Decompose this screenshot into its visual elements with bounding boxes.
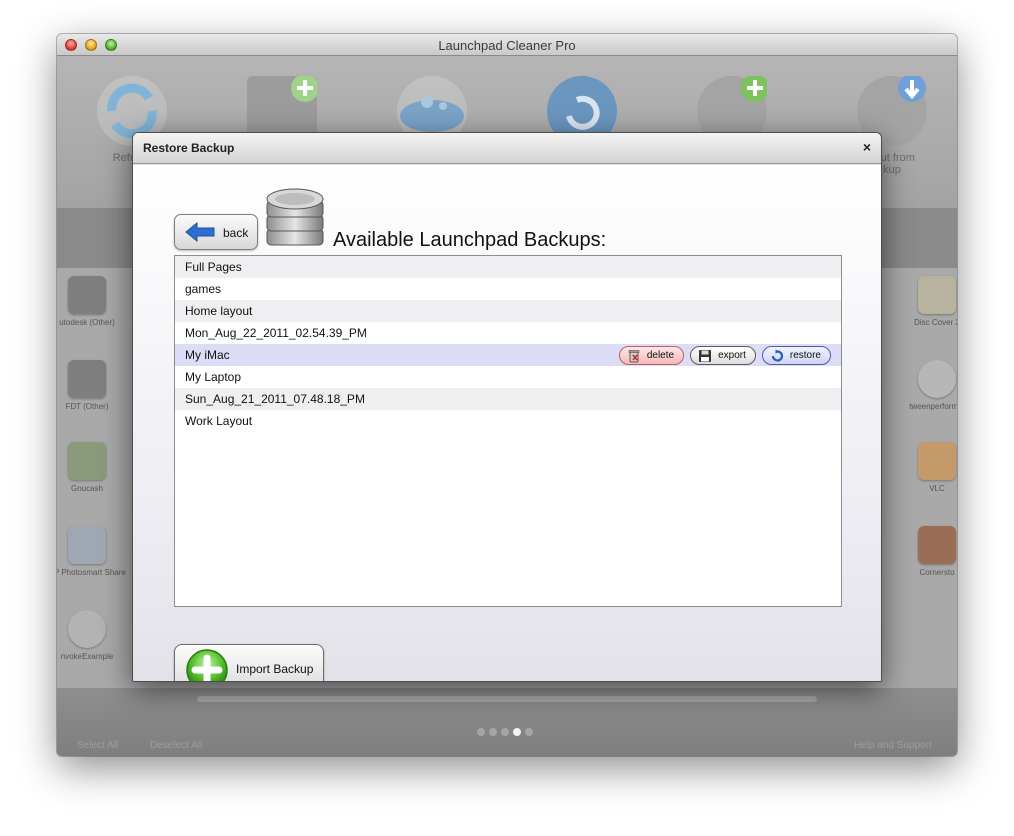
help-link[interactable]: Help and Support — [854, 740, 932, 751]
app-icon — [918, 526, 956, 564]
app-label: tweenperform e — [909, 402, 957, 411]
restore-arrow-icon — [771, 349, 783, 362]
app-tile[interactable]: Gnucash — [57, 442, 127, 493]
deselect-all-link[interactable]: Deselect All — [150, 740, 202, 751]
backup-row[interactable]: Mon_Aug_22_2011_02.54.39_PM — [175, 322, 841, 344]
page-dot[interactable] — [477, 728, 485, 736]
dialog-close-button[interactable]: × — [863, 139, 871, 155]
backup-name: games — [185, 282, 222, 296]
backup-row[interactable]: Sun_Aug_21_2011_07.48.18_PM — [175, 388, 841, 410]
title-bar: Launchpad Cleaner Pro — [57, 34, 957, 56]
backup-name: Mon_Aug_22_2011_02.54.39_PM — [185, 326, 367, 340]
app-tile[interactable]: Disc Cover 2 — [897, 276, 957, 327]
delete-button[interactable]: delete — [618, 346, 685, 365]
available-backups-heading: Available Launchpad Backups: — [333, 229, 607, 251]
app-tile[interactable]: tweenperform e — [897, 360, 957, 411]
backup-name: Home layout — [185, 304, 253, 318]
window-title: Launchpad Cleaner Pro — [438, 38, 576, 53]
backup-row-selected[interactable]: My iMac delete export restore — [175, 344, 841, 366]
dialog-title: Restore Backup — [143, 141, 235, 155]
app-label: HP Photosmart Share — [57, 568, 126, 577]
select-all-link[interactable]: Select All — [77, 740, 118, 751]
backup-row[interactable]: My Laptop — [175, 366, 841, 388]
backup-row[interactable]: Work Layout — [175, 410, 841, 432]
backup-name: Sun_Aug_21_2011_07.48.18_PM — [185, 392, 365, 406]
backup-row[interactable]: Full Pages — [175, 256, 841, 278]
restore-button[interactable]: restore — [761, 346, 831, 365]
app-label: VLC — [929, 484, 945, 493]
page-dot[interactable] — [501, 728, 509, 736]
app-tile[interactable]: HP Photosmart Share — [57, 526, 127, 577]
export-label: export — [718, 350, 746, 361]
backup-row[interactable]: Home layout — [175, 300, 841, 322]
restore-label: restore — [789, 350, 821, 361]
database-icon — [266, 188, 324, 246]
import-backup-button[interactable]: Import Backup — [174, 644, 324, 681]
app-tile[interactable]: Cornersto — [897, 526, 957, 577]
app-icon — [918, 360, 956, 398]
backup-row[interactable]: games — [175, 278, 841, 300]
app-label: Gnucash — [70, 484, 104, 493]
backup-name: Work Layout — [185, 414, 253, 428]
page-indicator — [477, 728, 533, 736]
export-button[interactable]: export — [690, 346, 756, 365]
app-label: Cornersto — [919, 568, 955, 577]
dialog-header: Restore Backup × — [133, 133, 881, 164]
delete-label: delete — [646, 350, 675, 361]
import-backup-label: Import Backup — [236, 662, 314, 676]
backup-name: My iMac — [185, 348, 230, 362]
app-label: utodesk (Other) — [59, 318, 115, 327]
app-label: FDT (Other) — [65, 402, 109, 411]
vlc-icon — [918, 442, 956, 480]
app-icon — [68, 360, 106, 398]
app-icon — [918, 276, 956, 314]
page-dot[interactable] — [525, 728, 533, 736]
restore-backup-dialog: Restore Backup × back Available Launchpa… — [132, 132, 882, 682]
back-button-label: back — [223, 226, 249, 240]
back-button[interactable]: back — [174, 214, 258, 250]
page-dot-active[interactable] — [513, 728, 521, 736]
dialog-body: back Available Launchpad Backups: Full P… — [133, 165, 881, 681]
app-tile[interactable]: nvokeExample — [57, 610, 127, 661]
plus-icon — [186, 649, 228, 681]
app-label: Disc Cover 2 — [914, 318, 957, 327]
app-tile[interactable]: utodesk (Other) — [57, 276, 127, 327]
app-icon — [68, 276, 106, 314]
page-dot[interactable] — [489, 728, 497, 736]
dock-shelf — [197, 696, 817, 702]
app-icon — [68, 610, 106, 648]
app-label: nvokeExample — [60, 652, 114, 661]
backup-name: My Laptop — [185, 370, 242, 384]
backup-list: Full Pages games Home layout Mon_Aug_22_… — [174, 255, 842, 607]
app-tile[interactable]: VLC — [897, 442, 957, 493]
app-icon — [68, 526, 106, 564]
row-actions: delete export restore — [618, 346, 831, 365]
bottom-bar: Select All Deselect All Help and Support — [57, 688, 957, 756]
floppy-disk-icon — [699, 349, 712, 362]
backup-name: Full Pages — [185, 260, 242, 274]
back-arrow-icon — [185, 222, 215, 242]
app-tile[interactable]: FDT (Other) — [57, 360, 127, 411]
trash-icon — [628, 349, 640, 362]
app-icon — [68, 442, 106, 480]
